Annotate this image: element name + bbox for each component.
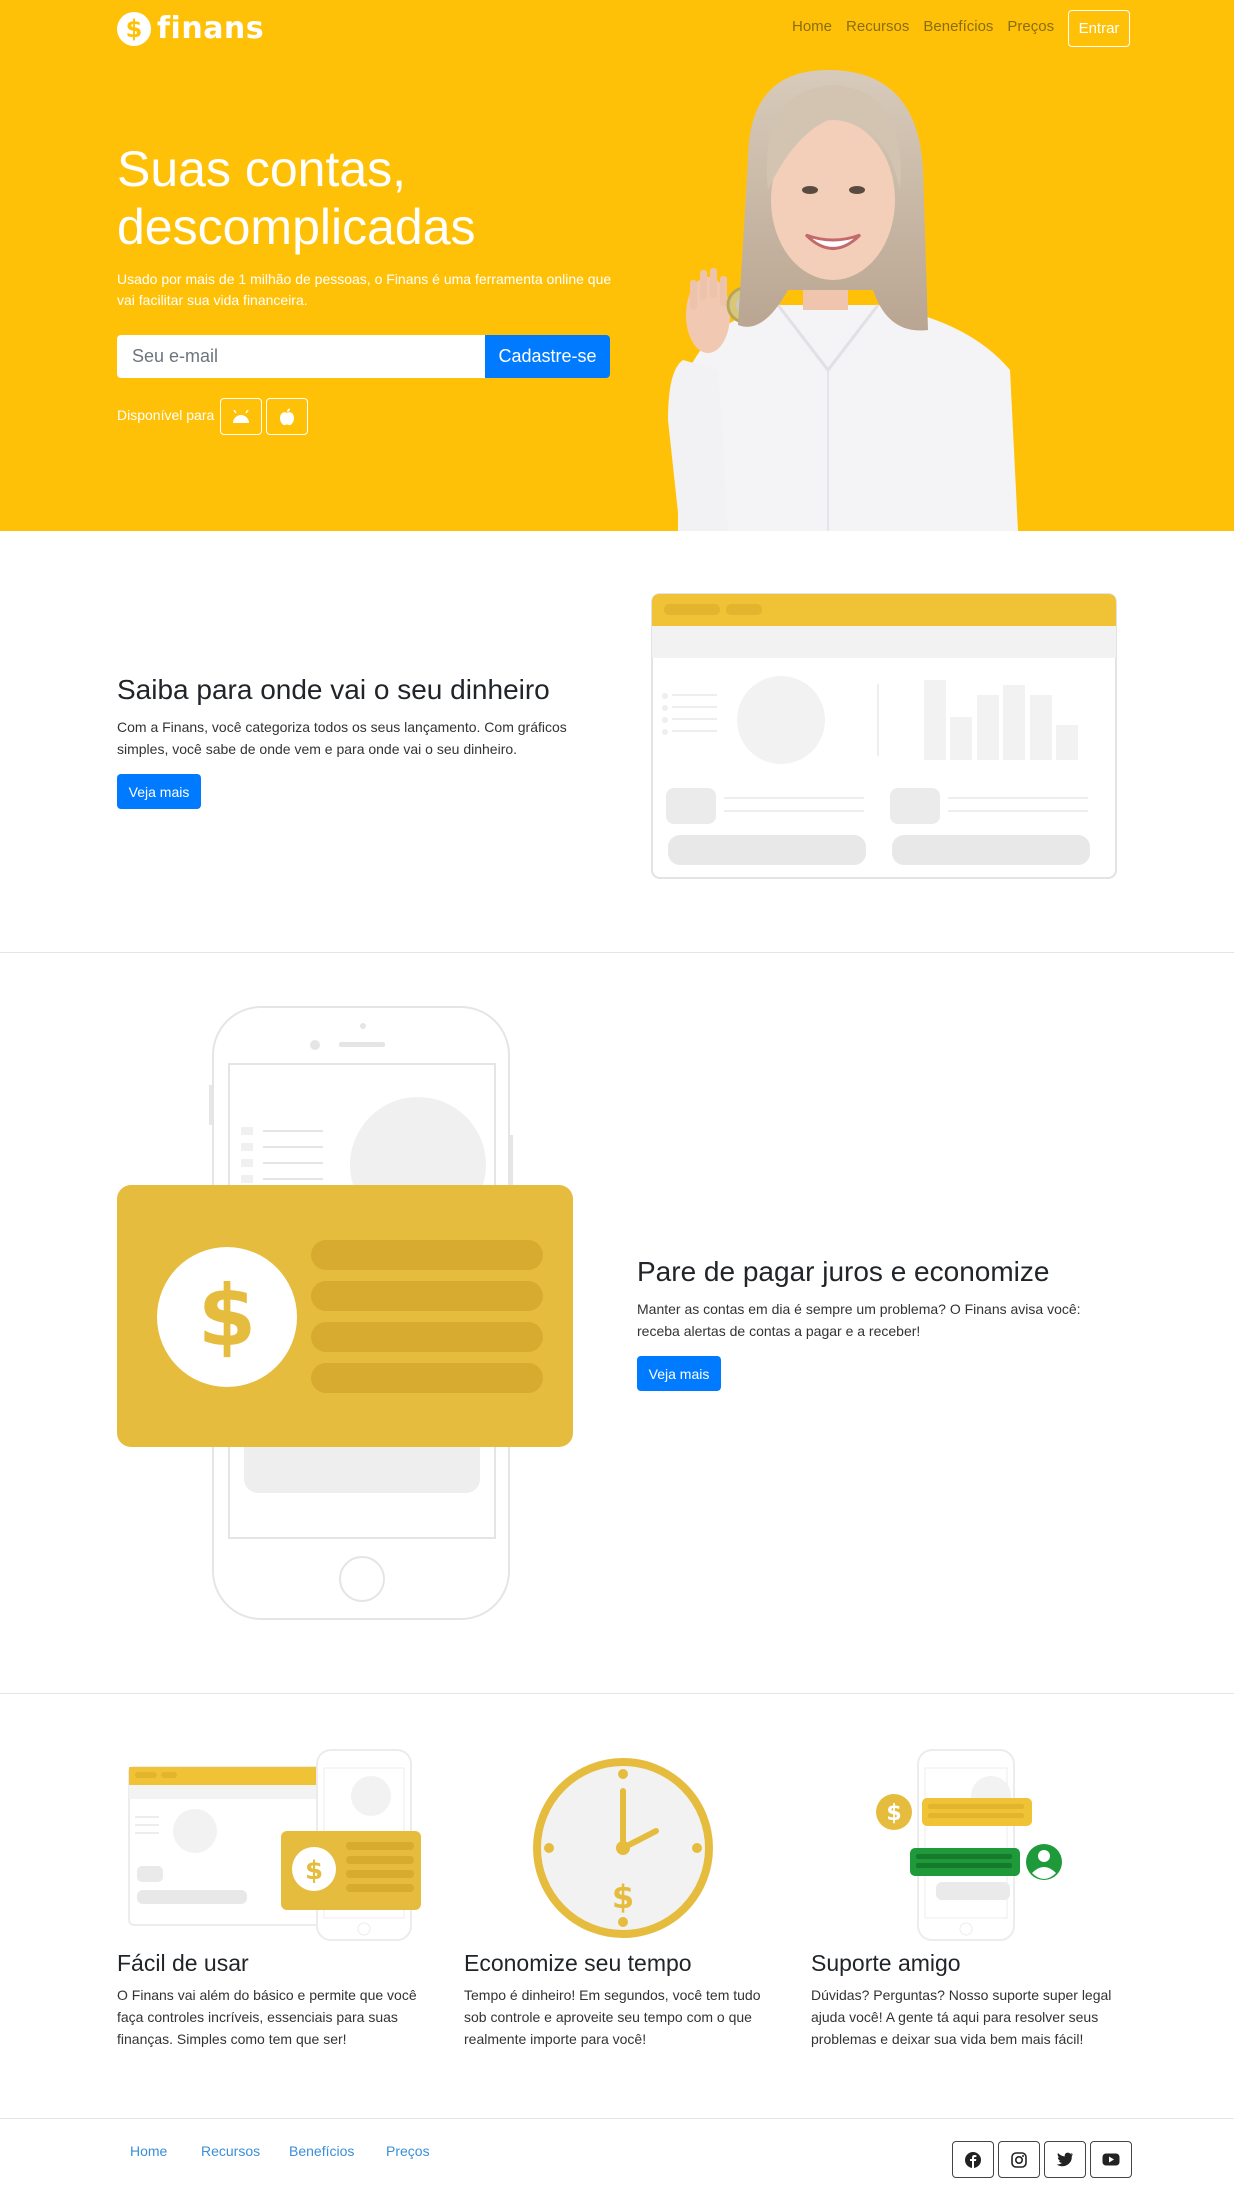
divider [0, 1693, 1234, 1694]
svg-text:$: $ [612, 1878, 634, 1916]
nav-beneficios[interactable]: Benefícios [923, 18, 993, 35]
apple-store-button[interactable] [266, 398, 308, 435]
svg-text:$: $ [886, 1801, 901, 1826]
section2-title: Pare de pagar juros e economize [637, 1256, 1050, 1287]
main-nav: Home Recursos Benefícios Preços [792, 18, 1054, 35]
dollar-sign-icon: $ [198, 1267, 256, 1365]
section1-more-button[interactable]: Veja mais [117, 774, 201, 809]
feature-easy-illustration: $ [128, 1749, 421, 1941]
section1-text: Com a Finans, você categoriza todos os s… [117, 719, 567, 757]
android-store-button[interactable] [220, 398, 262, 435]
android-icon [233, 409, 249, 423]
hero-title: Suas contas, descomplicadas [117, 141, 476, 255]
instagram-icon [1011, 2151, 1027, 2168]
support-illustration: $ [876, 1749, 1062, 1941]
logo-text: finans [157, 11, 265, 46]
svg-text:$: $ [305, 1856, 323, 1886]
footer-link-beneficios[interactable]: Benefícios [289, 2143, 354, 2159]
feature-title-easy: Fácil de usar [117, 1950, 249, 1976]
logo[interactable]: $ finans [117, 11, 264, 46]
dashboard-illustration [651, 593, 1117, 879]
signup-button[interactable]: Cadastre-se [485, 335, 610, 378]
footer-link-precos[interactable]: Preços [386, 2143, 430, 2159]
facebook-icon [965, 2151, 981, 2168]
clock-icon: $ [533, 1758, 713, 1938]
facebook-button[interactable] [952, 2141, 994, 2178]
youtube-icon [1102, 2153, 1120, 2166]
feature-text-time: Tempo é dinheiro! Em segundos, você tem … [464, 1987, 761, 2047]
nav-precos[interactable]: Preços [1007, 18, 1054, 35]
section2-more-button[interactable]: Veja mais [637, 1356, 721, 1391]
divider [0, 2118, 1234, 2119]
hero-photo [668, 70, 1018, 531]
footer-link-home[interactable]: Home [130, 2143, 167, 2159]
feature-text-easy: O Finans vai além do básico e permite qu… [117, 1987, 417, 2047]
dollar-coin-icon: $ [117, 11, 151, 46]
footer-link-recursos[interactable]: Recursos [201, 2143, 260, 2159]
twitter-icon [1056, 2152, 1073, 2167]
feature-title-time: Economize seu tempo [464, 1950, 692, 1976]
available-label: Disponível para [117, 407, 215, 423]
nav-home[interactable]: Home [792, 18, 832, 35]
hero-section: $ finans Home Recursos Benefícios Preços… [0, 0, 1234, 531]
section2-text: Manter as contas em dia é sempre um prob… [637, 1301, 1081, 1339]
youtube-button[interactable] [1090, 2141, 1132, 2178]
hero-subtitle: Usado por mais de 1 milhão de pessoas, o… [117, 271, 612, 308]
login-button[interactable]: Entrar [1068, 10, 1130, 47]
twitter-button[interactable] [1044, 2141, 1086, 2178]
instagram-button[interactable] [998, 2141, 1040, 2178]
email-input[interactable]: Seu e-mail [117, 335, 485, 378]
section1-title: Saiba para onde vai o seu dinheiro [117, 674, 550, 705]
apple-icon [280, 408, 294, 425]
phone-alert-illustration: $ [117, 1006, 573, 1620]
feature-title-support: Suporte amigo [811, 1950, 961, 1976]
feature-text-support: Dúvidas? Perguntas? Nosso suporte super … [811, 1987, 1112, 2047]
nav-recursos[interactable]: Recursos [846, 18, 909, 35]
divider [0, 952, 1234, 953]
